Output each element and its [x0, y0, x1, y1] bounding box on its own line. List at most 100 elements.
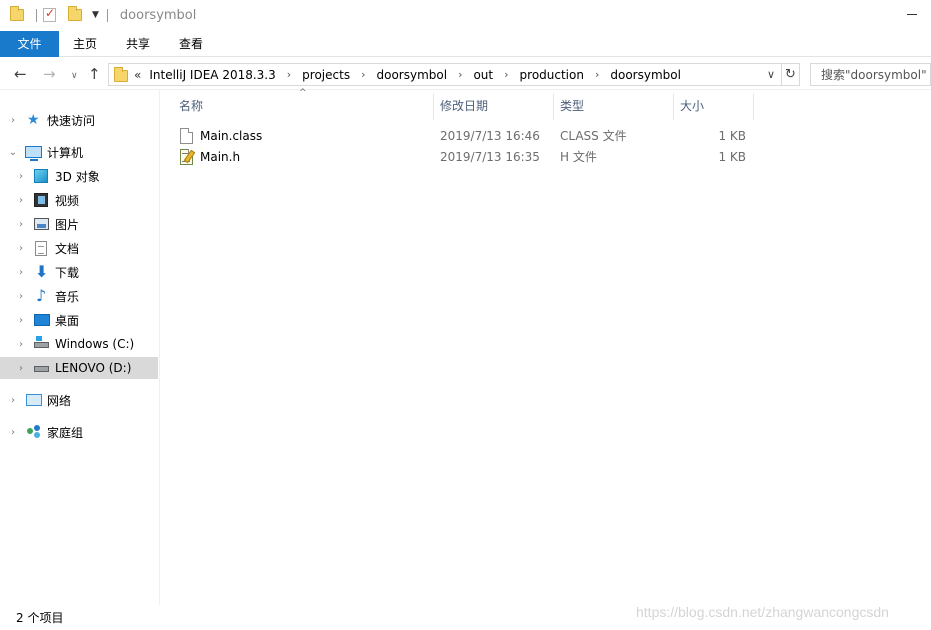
sidebar-item-network[interactable]: › 网络 [0, 389, 158, 411]
sidebar-item-drive-c[interactable]: › Windows (C:) [0, 333, 158, 355]
tab-file[interactable]: 文件 [0, 31, 59, 57]
chevron-right-icon[interactable]: › [16, 243, 26, 254]
sidebar-item-3d-objects[interactable]: › 3D 对象 [0, 165, 158, 187]
chevron-right-icon[interactable]: › [16, 291, 26, 302]
sidebar-item-label: 3D 对象 [55, 169, 100, 184]
customize-toolbar-chevron-icon[interactable]: ▼ [92, 10, 99, 20]
sidebar-item-videos[interactable]: › 视频 [0, 189, 158, 211]
breadcrumb-production[interactable]: production [520, 68, 584, 82]
sidebar-item-quick-access[interactable]: › ★ 快速访问 [0, 109, 158, 131]
computer-icon [25, 146, 42, 161]
address-bar[interactable]: « IntelliJ IDEA 2018.3.3 › projects › do… [108, 63, 782, 86]
network-icon [26, 394, 42, 406]
folder-icon[interactable] [10, 6, 24, 21]
navigation-pane: › ★ 快速访问 ⌄ 计算机 › 3D 对象 › 视频 › 图片 › 文档 › … [0, 90, 160, 605]
sidebar-item-label: 图片 [55, 217, 80, 232]
sidebar-item-documents[interactable]: › 文档 [0, 237, 158, 259]
pictures-icon [34, 218, 49, 230]
table-row[interactable]: Main.class 2019/7/13 16:46 CLASS 文件 1 KB [170, 126, 758, 147]
sidebar-item-music[interactable]: › ♪ 音乐 [0, 285, 158, 307]
column-divider[interactable] [553, 94, 554, 120]
breadcrumb-doorsymbol[interactable]: doorsymbol [376, 68, 447, 82]
column-divider[interactable] [433, 94, 434, 120]
ribbon-tabs: 文件 主页 共享 查看 [0, 30, 931, 57]
column-header-size[interactable]: 大小 [680, 92, 750, 120]
drive-d-icon [34, 366, 49, 372]
file-name: Main.class [200, 129, 263, 143]
item-count: 2 个项目 [16, 611, 64, 625]
chevron-right-icon[interactable]: › [16, 315, 26, 326]
tab-view[interactable]: 查看 [178, 31, 204, 57]
sidebar-item-pictures[interactable]: › 图片 [0, 213, 158, 235]
breadcrumb-out[interactable]: out [473, 68, 493, 82]
file-modified: 2019/7/13 16:35 [440, 150, 540, 164]
sidebar-item-desktop[interactable]: › 桌面 [0, 309, 158, 331]
address-dropdown-chevron-icon[interactable]: ∨ [767, 68, 775, 81]
folder-icon [114, 67, 128, 82]
breadcrumb-overflow[interactable]: « [134, 68, 141, 82]
search-input[interactable] [810, 63, 931, 86]
tab-home[interactable]: 主页 [72, 31, 98, 57]
breadcrumb-intellij[interactable]: IntelliJ IDEA 2018.3.3 [149, 68, 275, 82]
sidebar-item-label: 音乐 [55, 289, 80, 304]
new-folder-icon[interactable] [68, 6, 82, 21]
breadcrumb-chevron-icon[interactable]: › [287, 68, 291, 81]
column-header-name[interactable]: 名称 [179, 92, 429, 120]
column-divider[interactable] [673, 94, 674, 120]
chevron-down-icon[interactable]: ⌄ [8, 147, 18, 158]
documents-icon [35, 240, 47, 256]
drive-c-icon [34, 336, 49, 348]
recent-locations-chevron-icon[interactable]: ∨ [71, 67, 78, 85]
sidebar-item-downloads[interactable]: › ⬇ 下载 [0, 261, 158, 283]
star-icon: ★ [27, 112, 40, 128]
table-row[interactable]: Main.h 2019/7/13 16:35 H 文件 1 KB [170, 147, 758, 168]
file-modified: 2019/7/13 16:46 [440, 129, 540, 143]
chevron-right-icon[interactable]: › [16, 339, 26, 350]
sidebar-item-computer[interactable]: ⌄ 计算机 [0, 141, 158, 163]
sidebar-item-label: Windows (C:) [55, 337, 135, 351]
chevron-right-icon[interactable]: › [16, 219, 26, 230]
download-icon: ⬇ [35, 262, 49, 281]
chevron-right-icon[interactable]: › [16, 195, 26, 206]
column-header-modified[interactable]: 修改日期 [440, 92, 550, 120]
chevron-right-icon[interactable]: › [8, 115, 18, 126]
file-size: 1 KB [718, 150, 746, 164]
sidebar-item-label: 计算机 [47, 145, 84, 160]
chevron-right-icon[interactable]: › [8, 427, 18, 438]
sidebar-item-label: 下载 [55, 265, 80, 280]
sidebar-item-drive-d[interactable]: › LENOVO (D:) [0, 357, 158, 379]
breadcrumb-chevron-icon[interactable]: › [595, 68, 599, 81]
music-icon: ♪ [36, 286, 47, 305]
quick-access-toolbar: ▼ [10, 6, 114, 22]
back-arrow-icon[interactable]: ← [14, 65, 27, 83]
sidebar-item-label: 家庭组 [47, 425, 84, 440]
sidebar-item-label: 快速访问 [47, 113, 96, 128]
file-type: H 文件 [560, 150, 597, 164]
video-icon [34, 193, 48, 207]
breadcrumb-chevron-icon[interactable]: › [504, 68, 508, 81]
sidebar-item-homegroup[interactable]: › 家庭组 [0, 421, 158, 443]
column-header-type[interactable]: 类型 [560, 92, 670, 120]
breadcrumb-chevron-icon[interactable]: › [361, 68, 365, 81]
properties-icon[interactable] [43, 6, 56, 22]
up-arrow-icon[interactable]: ↑ [88, 65, 101, 83]
chevron-right-icon[interactable]: › [8, 395, 18, 406]
chevron-right-icon[interactable]: › [16, 363, 26, 374]
minimize-icon[interactable] [907, 14, 917, 15]
breadcrumb-chevron-icon[interactable]: › [458, 68, 462, 81]
refresh-icon[interactable]: ↻ [782, 63, 800, 86]
chevron-right-icon[interactable]: › [16, 267, 26, 278]
3d-objects-icon [34, 169, 48, 183]
title-bar: ▼ doorsymbol [0, 0, 931, 30]
forward-arrow-icon[interactable]: → [43, 65, 56, 83]
breadcrumb-projects[interactable]: projects [302, 68, 350, 82]
column-divider[interactable] [753, 94, 754, 120]
chevron-right-icon[interactable]: › [16, 171, 26, 182]
window-title: doorsymbol [119, 7, 197, 23]
sidebar-item-label: 视频 [55, 193, 80, 208]
file-type: CLASS 文件 [560, 129, 627, 143]
breadcrumb-doorsymbol-current[interactable]: doorsymbol [610, 68, 681, 82]
file-icon [180, 128, 193, 144]
tab-share[interactable]: 共享 [125, 31, 151, 57]
toolbar-divider [106, 8, 108, 22]
